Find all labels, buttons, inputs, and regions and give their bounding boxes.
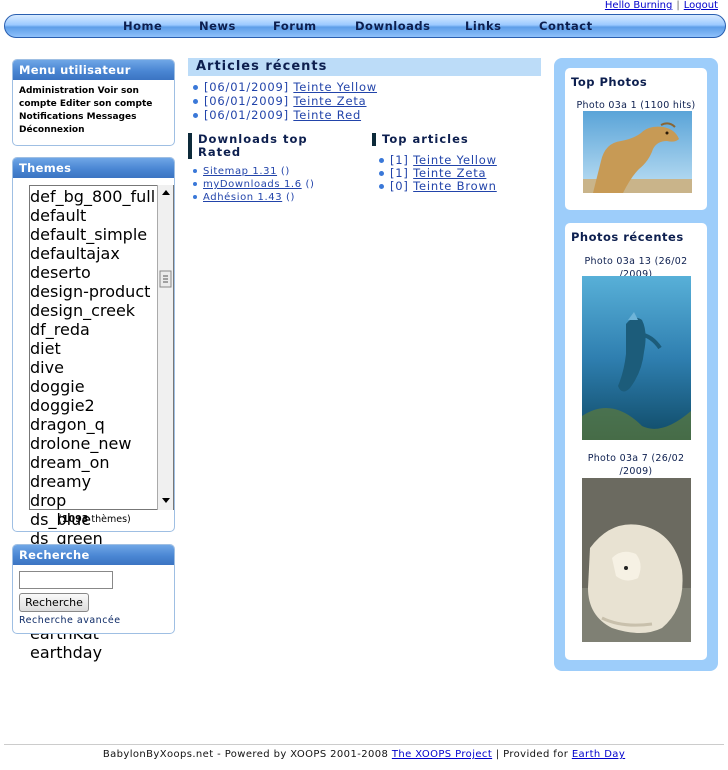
polar-bear-photo[interactable]: [582, 478, 691, 642]
article-link[interactable]: Teinte Yellow: [413, 153, 497, 167]
article-link[interactable]: Teinte Red: [293, 108, 361, 122]
main-nav: Home News Forum Downloads Links Contact: [4, 14, 726, 38]
themes-count: (1093 thèmes): [58, 514, 131, 525]
footer: BabylonByXoops.net - Powered by XOOPS 20…: [102, 749, 626, 760]
nav-downloads[interactable]: Downloads: [355, 19, 430, 33]
nav-forum[interactable]: Forum: [273, 19, 317, 33]
theme-option[interactable]: doggie2: [30, 396, 157, 415]
logout-link[interactable]: Logout: [684, 0, 718, 11]
list-item: [06/01/2009] Teinte Zeta: [193, 94, 377, 108]
download-link[interactable]: myDownloads 1.6: [203, 179, 302, 190]
theme-option[interactable]: default: [30, 206, 157, 225]
downloads-top-title: Downloads top Rated: [188, 133, 308, 159]
advanced-search-link[interactable]: Recherche avancée: [19, 615, 121, 626]
article-link[interactable]: Teinte Zeta: [413, 166, 486, 180]
footer-divider: [4, 744, 724, 745]
recent-photos-block: Photos récentes Photo 03a 13 (26/02/2009…: [565, 223, 707, 660]
theme-option[interactable]: def_bg_800_full: [30, 187, 157, 206]
user-links: Hello Burning | Logout: [605, 0, 718, 11]
theme-option[interactable]: design_creek: [30, 301, 157, 320]
top-photos-block: Top Photos Photo 03a 1 (1100 hits): [565, 68, 707, 210]
theme-option[interactable]: diet: [30, 339, 157, 358]
xoops-project-link[interactable]: The XOOPS Project: [392, 749, 492, 760]
menu-deconnexion[interactable]: Déconnexion: [19, 125, 85, 135]
themes-title: Themes: [13, 158, 174, 178]
nav-links[interactable]: Links: [465, 19, 501, 33]
theme-option[interactable]: doggie: [30, 377, 157, 396]
menu-editer-compte[interactable]: Editer son compte: [60, 99, 152, 109]
list-item: myDownloads 1.6 (): [193, 178, 314, 191]
list-item: Adhésion 1.43 (): [193, 191, 314, 204]
theme-option[interactable]: drop: [30, 491, 157, 510]
download-link[interactable]: Adhésion 1.43: [203, 192, 282, 203]
theme-option[interactable]: drolone_new: [30, 434, 157, 453]
menu-messages[interactable]: Messages: [87, 112, 137, 122]
recent-articles-list: [06/01/2009] Teinte Yellow [06/01/2009] …: [193, 80, 377, 122]
article-link[interactable]: Teinte Zeta: [293, 94, 366, 108]
user-menu-title: Menu utilisateur: [13, 60, 174, 80]
themes-scrollbar[interactable]: [157, 185, 173, 510]
theme-option[interactable]: df_reda: [30, 320, 157, 339]
recent-photos-title: Photos récentes: [571, 230, 684, 244]
list-item: Sitemap 1.31 (): [193, 165, 314, 178]
camel-photo[interactable]: [583, 111, 692, 193]
article-link[interactable]: Teinte Brown: [413, 179, 497, 193]
download-link[interactable]: Sitemap 1.31: [203, 166, 277, 177]
themes-block: Themes def_bg_800_full default default_sim…: [12, 157, 175, 662]
search-block: Recherche Recherche Recherche avancée: [12, 544, 175, 634]
nav-news[interactable]: News: [199, 19, 236, 33]
top-photos-title: Top Photos: [571, 75, 648, 89]
link-separator: |: [676, 0, 680, 11]
themes-select[interactable]: def_bg_800_full default default_simple defa…: [29, 185, 174, 662]
search-input[interactable]: [19, 571, 113, 589]
user-menu-list: Administration Voir son compte Editer so…: [13, 80, 174, 142]
article-link[interactable]: Teinte Yellow: [293, 80, 377, 94]
right-column: Top Photos Photo 03a 1 (1100 hits) Photo…: [554, 58, 718, 671]
theme-option[interactable]: dream_on: [30, 453, 157, 472]
recent-articles-title: Articles récents: [188, 58, 541, 76]
theme-option[interactable]: dive: [30, 358, 157, 377]
nav-home[interactable]: Home: [123, 19, 162, 33]
list-item: [0] Teinte Brown: [379, 180, 497, 193]
menu-administration[interactable]: Administration: [19, 86, 95, 96]
dolphin-photo[interactable]: [582, 276, 691, 440]
theme-option[interactable]: default_simple: [30, 225, 157, 244]
search-button[interactable]: Recherche: [19, 593, 89, 612]
menu-notifications[interactable]: Notifications: [19, 112, 84, 122]
list-item: [06/01/2009] Teinte Yellow: [193, 80, 377, 94]
search-title: Recherche: [13, 545, 174, 565]
top-articles-title: Top articles: [372, 133, 469, 146]
user-menu-block: Menu utilisateur Administration Voir son…: [12, 59, 175, 146]
earth-day-link[interactable]: Earth Day: [572, 749, 625, 760]
theme-option[interactable]: dragon_q: [30, 415, 157, 434]
scroll-up-icon: [162, 190, 170, 195]
theme-option[interactable]: earthday: [30, 643, 157, 662]
recent-photo-caption-2: Photo 03a 7 (26/02/2009): [587, 453, 685, 477]
theme-option[interactable]: defaultajax: [30, 244, 157, 263]
downloads-top-list: Sitemap 1.31 () myDownloads 1.6 () Adhés…: [193, 165, 314, 204]
nav-contact[interactable]: Contact: [539, 19, 593, 33]
list-item: [06/01/2009] Teinte Red: [193, 108, 377, 122]
theme-option[interactable]: dreamy: [30, 472, 157, 491]
top-articles-list: [1] Teinte Yellow [1] Teinte Zeta [0] Te…: [379, 154, 497, 193]
scroll-down-icon: [162, 498, 170, 503]
theme-option[interactable]: design-product: [30, 282, 157, 301]
hello-user-link[interactable]: Hello Burning: [605, 0, 672, 11]
theme-option[interactable]: deserto: [30, 263, 157, 282]
